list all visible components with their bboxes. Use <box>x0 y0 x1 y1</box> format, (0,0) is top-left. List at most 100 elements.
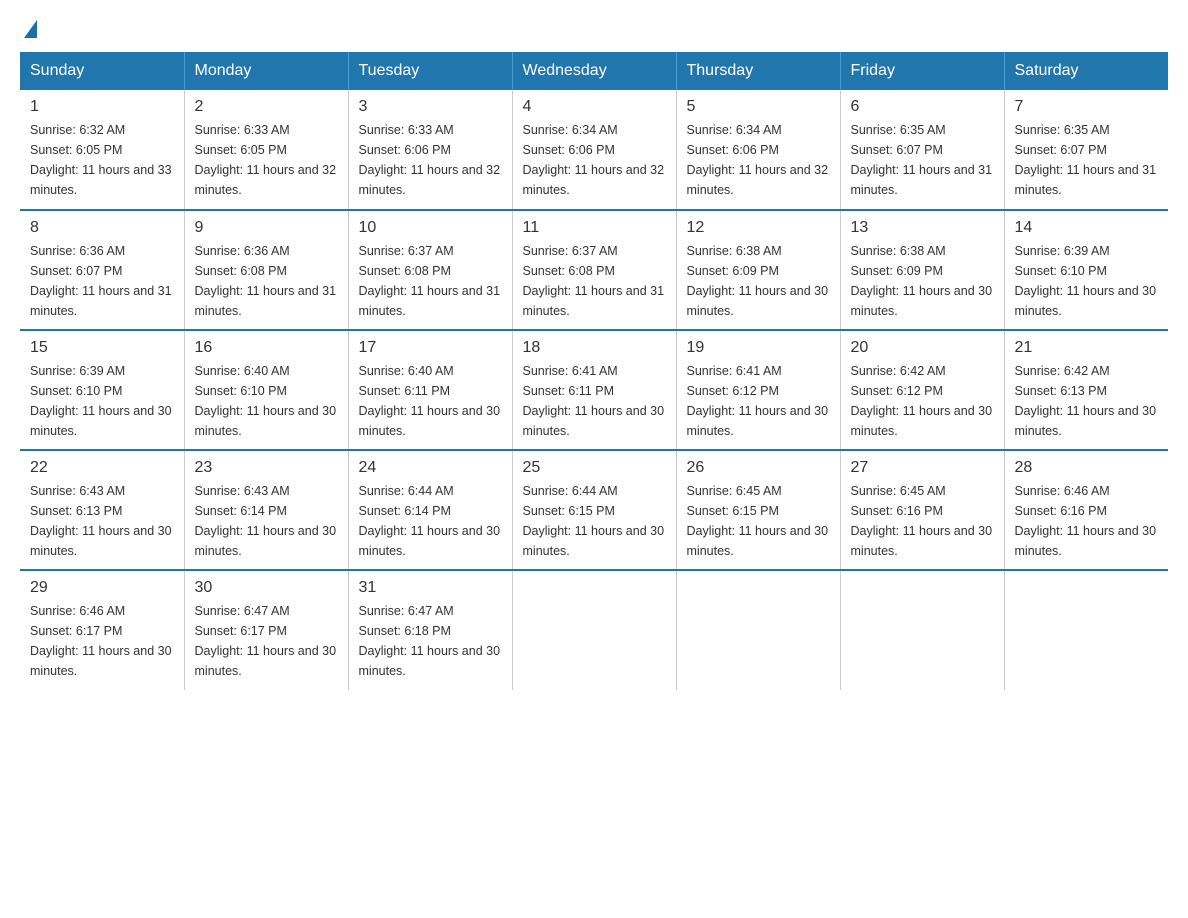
day-info: Sunrise: 6:36 AMSunset: 6:08 PMDaylight:… <box>195 241 338 321</box>
calendar-day-cell: 30Sunrise: 6:47 AMSunset: 6:17 PMDayligh… <box>184 570 348 690</box>
day-number: 14 <box>1015 219 1159 237</box>
day-number: 27 <box>851 459 994 477</box>
calendar-day-cell: 1 Sunrise: 6:32 AMSunset: 6:05 PMDaylight… <box>20 90 184 210</box>
calendar-week-row: 15Sunrise: 6:39 AMSunset: 6:10 PMDayligh… <box>20 330 1168 450</box>
day-number: 21 <box>1015 339 1159 357</box>
calendar-week-row: 8 Sunrise: 6:36 AMSunset: 6:07 PMDaylight… <box>20 210 1168 330</box>
day-number: 13 <box>851 219 994 237</box>
day-number: 16 <box>195 339 338 357</box>
calendar-day-cell: 28 Sunrise: 6:46 AMSunset: 6:16 PMDayligh… <box>1004 450 1168 570</box>
calendar-day-cell: 12 Sunrise: 6:38 AMSunset: 6:09 PMDayligh… <box>676 210 840 330</box>
day-number: 18 <box>523 339 666 357</box>
day-number: 25 <box>523 459 666 477</box>
day-number: 2 <box>195 98 338 116</box>
calendar-day-cell: 21 Sunrise: 6:42 AMSunset: 6:13 PMDayligh… <box>1004 330 1168 450</box>
calendar-day-cell: 5 Sunrise: 6:34 AMSunset: 6:06 PMDaylight… <box>676 90 840 210</box>
calendar-day-cell: 22 Sunrise: 6:43 AMSunset: 6:13 PMDayligh… <box>20 450 184 570</box>
day-of-week-header: Tuesday <box>348 52 512 90</box>
day-info: Sunrise: 6:41 AMSunset: 6:12 PMDaylight:… <box>687 361 830 441</box>
day-info: Sunrise: 6:42 AMSunset: 6:13 PMDaylight:… <box>1015 361 1159 441</box>
calendar-day-cell: 16 Sunrise: 6:40 AMSunset: 6:10 PMDayligh… <box>184 330 348 450</box>
calendar-day-cell: 3 Sunrise: 6:33 AMSunset: 6:06 PMDaylight… <box>348 90 512 210</box>
day-of-week-header: Saturday <box>1004 52 1168 90</box>
calendar-day-cell: 9 Sunrise: 6:36 AMSunset: 6:08 PMDaylight… <box>184 210 348 330</box>
day-info: Sunrise: 6:38 AMSunset: 6:09 PMDaylight:… <box>687 241 830 321</box>
calendar-day-cell <box>840 570 1004 690</box>
calendar-table: SundayMondayTuesdayWednesdayThursdayFrid… <box>20 52 1168 690</box>
day-number: 7 <box>1015 98 1159 116</box>
day-info: Sunrise: 6:41 AMSunset: 6:11 PMDaylight:… <box>523 361 666 441</box>
day-number: 11 <box>523 219 666 237</box>
calendar-day-cell: 26 Sunrise: 6:45 AMSunset: 6:15 PMDayligh… <box>676 450 840 570</box>
calendar-day-cell: 2 Sunrise: 6:33 AMSunset: 6:05 PMDaylight… <box>184 90 348 210</box>
page-header <box>20 20 1168 34</box>
day-info: Sunrise: 6:35 AMSunset: 6:07 PMDaylight:… <box>851 120 994 200</box>
calendar-day-cell: 14 Sunrise: 6:39 AMSunset: 6:10 PMDayligh… <box>1004 210 1168 330</box>
day-of-week-header: Thursday <box>676 52 840 90</box>
day-info: Sunrise: 6:37 AMSunset: 6:08 PMDaylight:… <box>523 241 666 321</box>
day-number: 26 <box>687 459 830 477</box>
day-info: Sunrise: 6:46 AMSunset: 6:16 PMDaylight:… <box>1015 481 1159 561</box>
day-info: Sunrise: 6:45 AMSunset: 6:16 PMDaylight:… <box>851 481 994 561</box>
day-info: Sunrise: 6:33 AMSunset: 6:06 PMDaylight:… <box>359 120 502 200</box>
calendar-day-cell: 19 Sunrise: 6:41 AMSunset: 6:12 PMDayligh… <box>676 330 840 450</box>
day-info: Sunrise: 6:32 AMSunset: 6:05 PMDaylight:… <box>30 120 174 200</box>
day-number: 29 <box>30 579 174 597</box>
day-number: 4 <box>523 98 666 116</box>
day-info: Sunrise: 6:47 AMSunset: 6:18 PMDaylight:… <box>359 601 502 681</box>
day-number: 20 <box>851 339 994 357</box>
day-number: 30 <box>195 579 338 597</box>
day-number: 3 <box>359 98 502 116</box>
day-number: 6 <box>851 98 994 116</box>
calendar-day-cell: 6 Sunrise: 6:35 AMSunset: 6:07 PMDaylight… <box>840 90 1004 210</box>
day-number: 1 <box>30 98 174 116</box>
logo <box>20 20 37 34</box>
day-info: Sunrise: 6:43 AMSunset: 6:13 PMDaylight:… <box>30 481 174 561</box>
calendar-day-cell: 13 Sunrise: 6:38 AMSunset: 6:09 PMDayligh… <box>840 210 1004 330</box>
day-info: Sunrise: 6:33 AMSunset: 6:05 PMDaylight:… <box>195 120 338 200</box>
calendar-week-row: 1 Sunrise: 6:32 AMSunset: 6:05 PMDaylight… <box>20 90 1168 210</box>
day-number: 28 <box>1015 459 1159 477</box>
day-number: 24 <box>359 459 502 477</box>
day-number: 19 <box>687 339 830 357</box>
day-number: 9 <box>195 219 338 237</box>
day-info: Sunrise: 6:43 AMSunset: 6:14 PMDaylight:… <box>195 481 338 561</box>
calendar-day-cell <box>1004 570 1168 690</box>
day-number: 23 <box>195 459 338 477</box>
calendar-week-row: 29Sunrise: 6:46 AMSunset: 6:17 PMDayligh… <box>20 570 1168 690</box>
calendar-day-cell: 24 Sunrise: 6:44 AMSunset: 6:14 PMDayligh… <box>348 450 512 570</box>
calendar-day-cell: 7 Sunrise: 6:35 AMSunset: 6:07 PMDaylight… <box>1004 90 1168 210</box>
calendar-day-cell: 10Sunrise: 6:37 AMSunset: 6:08 PMDayligh… <box>348 210 512 330</box>
calendar-week-row: 22 Sunrise: 6:43 AMSunset: 6:13 PMDayligh… <box>20 450 1168 570</box>
day-info: Sunrise: 6:36 AMSunset: 6:07 PMDaylight:… <box>30 241 174 321</box>
day-info: Sunrise: 6:40 AMSunset: 6:10 PMDaylight:… <box>195 361 338 441</box>
day-info: Sunrise: 6:42 AMSunset: 6:12 PMDaylight:… <box>851 361 994 441</box>
calendar-day-cell: 23 Sunrise: 6:43 AMSunset: 6:14 PMDayligh… <box>184 450 348 570</box>
day-number: 12 <box>687 219 830 237</box>
day-info: Sunrise: 6:39 AMSunset: 6:10 PMDaylight:… <box>1015 241 1159 321</box>
calendar-day-cell: 11 Sunrise: 6:37 AMSunset: 6:08 PMDayligh… <box>512 210 676 330</box>
day-info: Sunrise: 6:34 AMSunset: 6:06 PMDaylight:… <box>523 120 666 200</box>
day-info: Sunrise: 6:34 AMSunset: 6:06 PMDaylight:… <box>687 120 830 200</box>
day-of-week-header: Friday <box>840 52 1004 90</box>
calendar-day-cell: 8 Sunrise: 6:36 AMSunset: 6:07 PMDaylight… <box>20 210 184 330</box>
day-number: 10 <box>359 219 502 237</box>
calendar-day-cell: 25Sunrise: 6:44 AMSunset: 6:15 PMDayligh… <box>512 450 676 570</box>
day-info: Sunrise: 6:44 AMSunset: 6:14 PMDaylight:… <box>359 481 502 561</box>
calendar-day-cell: 15Sunrise: 6:39 AMSunset: 6:10 PMDayligh… <box>20 330 184 450</box>
day-number: 17 <box>359 339 502 357</box>
day-of-week-header: Monday <box>184 52 348 90</box>
calendar-day-cell <box>512 570 676 690</box>
day-info: Sunrise: 6:38 AMSunset: 6:09 PMDaylight:… <box>851 241 994 321</box>
day-number: 22 <box>30 459 174 477</box>
calendar-day-cell <box>676 570 840 690</box>
calendar-day-cell: 27 Sunrise: 6:45 AMSunset: 6:16 PMDayligh… <box>840 450 1004 570</box>
day-info: Sunrise: 6:35 AMSunset: 6:07 PMDaylight:… <box>1015 120 1159 200</box>
day-number: 5 <box>687 98 830 116</box>
calendar-day-cell: 31Sunrise: 6:47 AMSunset: 6:18 PMDayligh… <box>348 570 512 690</box>
day-number: 8 <box>30 219 174 237</box>
calendar-day-cell: 18 Sunrise: 6:41 AMSunset: 6:11 PMDayligh… <box>512 330 676 450</box>
day-info: Sunrise: 6:45 AMSunset: 6:15 PMDaylight:… <box>687 481 830 561</box>
day-info: Sunrise: 6:40 AMSunset: 6:11 PMDaylight:… <box>359 361 502 441</box>
calendar-day-cell: 17 Sunrise: 6:40 AMSunset: 6:11 PMDayligh… <box>348 330 512 450</box>
